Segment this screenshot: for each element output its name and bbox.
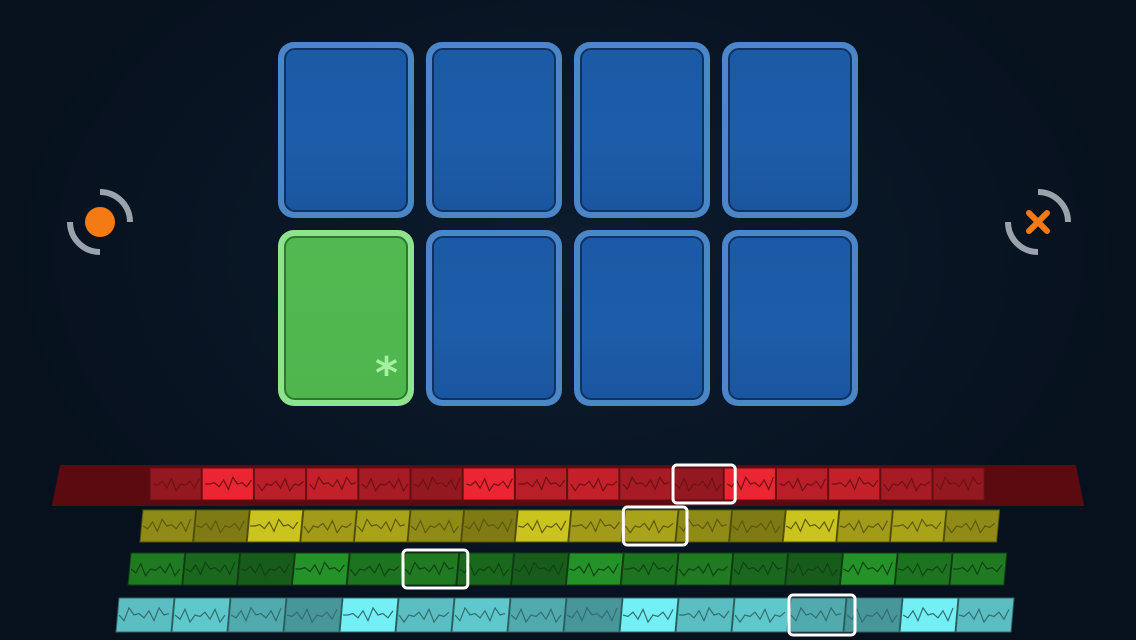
red-track: [149, 463, 985, 505]
memory-card-1[interactable]: [278, 42, 414, 218]
green-track: [127, 548, 1008, 590]
card-back: [432, 48, 556, 212]
card-back: [432, 236, 556, 400]
red-segment[interactable]: [932, 467, 985, 501]
memory-card-8[interactable]: [722, 230, 858, 406]
close-icon: [1026, 210, 1050, 234]
star-mark: *: [374, 348, 398, 399]
card-back: [580, 48, 704, 212]
red-segment[interactable]: [567, 467, 620, 501]
memory-card-7[interactable]: [574, 230, 710, 406]
cyan-segment[interactable]: [955, 597, 1015, 633]
red-segment[interactable]: [880, 467, 933, 501]
cyan-segment[interactable]: [619, 597, 679, 633]
card-back: [728, 48, 852, 212]
memory-card-3[interactable]: [574, 42, 710, 218]
cyan-track: [115, 593, 1015, 637]
dial-ring: [1005, 189, 1071, 255]
close-button[interactable]: [1003, 187, 1073, 257]
red-segment[interactable]: [149, 467, 202, 501]
memory-card-6[interactable]: [426, 230, 562, 406]
green-segment[interactable]: [894, 552, 953, 586]
red-segment[interactable]: [462, 467, 515, 501]
dial-ring: [67, 189, 133, 255]
sequencer-tracks: [52, 463, 1084, 637]
card-back: [284, 48, 408, 212]
card-back: [728, 236, 852, 400]
card-back: [580, 236, 704, 400]
cyan-segment[interactable]: [283, 597, 343, 633]
memory-card-2[interactable]: [426, 42, 562, 218]
record-icon: [85, 207, 115, 237]
green-segment[interactable]: [237, 552, 295, 586]
red-segment[interactable]: [671, 467, 724, 501]
red-segment[interactable]: [358, 467, 411, 501]
record-button[interactable]: [65, 187, 135, 257]
yellow-track: [139, 505, 1001, 547]
red-segment[interactable]: [306, 467, 359, 501]
game-screen: *: [0, 0, 1136, 640]
memory-card-5[interactable]: *: [278, 230, 414, 406]
red-segment[interactable]: [619, 467, 672, 501]
green-segment[interactable]: [565, 552, 624, 586]
red-segment[interactable]: [253, 467, 307, 501]
memory-card-4[interactable]: [722, 42, 858, 218]
card-face-selected: *: [284, 236, 408, 400]
red-segment[interactable]: [775, 467, 829, 501]
